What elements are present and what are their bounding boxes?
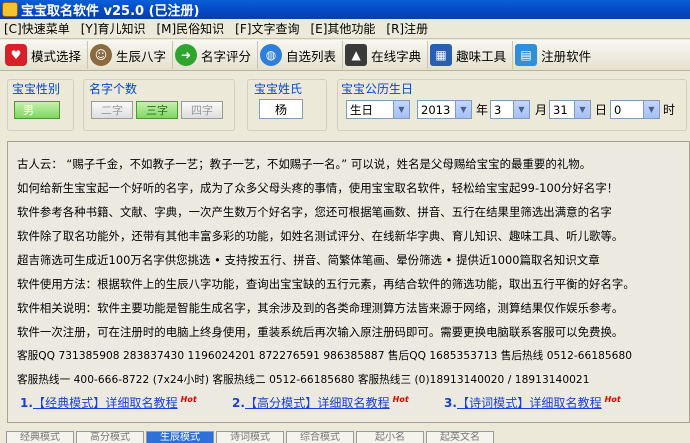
high-score-tutorial-link[interactable]: 2.【高分模式】详细取名教程 Hot bbox=[232, 394, 409, 411]
hour-unit: 时 bbox=[663, 103, 676, 117]
info-line: 软件相关说明：软件主要功能是智能生成名字，其余涉及到的各类命理测算方法皆来源于网… bbox=[17, 301, 624, 315]
gender-label: 宝宝性别 bbox=[11, 80, 62, 97]
info-line: 软件参考各种书籍、文献、字典，一次产生数万个好名字，您还可根据笔画数、拼音、五行… bbox=[17, 205, 612, 219]
classic-tutorial-link[interactable]: 1.【经典模式】详细取名教程 Hot bbox=[20, 394, 197, 411]
info-line: 古人云： “赐子千金，不如教子一艺；教子一艺，不如赐子一名。” 可以说，姓名是父… bbox=[17, 157, 592, 171]
poetry-tutorial-link[interactable]: 3.【诗词模式】详细取名教程 Hot bbox=[444, 394, 621, 411]
day-unit: 日 bbox=[595, 103, 608, 117]
people-icon: ☺ bbox=[90, 44, 113, 66]
month-select[interactable]: 3 ▼ bbox=[490, 100, 530, 119]
hot-badge: Hot bbox=[604, 395, 621, 405]
arrow-right-icon: ➜ bbox=[175, 44, 198, 66]
title-bar: 宝宝取名软件 v25.0 (已注册) bbox=[0, 0, 690, 19]
menu-text-query[interactable]: [F]文字查询 bbox=[231, 20, 306, 37]
heart-icon: ♥ bbox=[5, 44, 27, 66]
day-select[interactable]: 31 ▼ bbox=[549, 100, 591, 119]
fun-tools-label: 趣味工具 bbox=[456, 48, 507, 64]
toolbar: ♥ 模式选择 ☺ 生辰八字 ➜ 名字评分 ◍ 自选列表 ▲ 在线字典 ▦ 趣味工… bbox=[0, 40, 690, 71]
bottom-tabs: 经典模式 高分模式 生辰模式 诗词模式 综合模式 起小名 起英文名 bbox=[0, 431, 690, 443]
fun-tools-button[interactable]: ▦ 趣味工具 bbox=[428, 41, 514, 69]
surname-input[interactable]: 杨 bbox=[259, 99, 303, 119]
name-length-two[interactable]: 二字 bbox=[91, 101, 133, 119]
chevron-down-icon[interactable]: ▼ bbox=[513, 101, 529, 118]
custom-list-button[interactable]: ◍ 自选列表 bbox=[258, 41, 344, 69]
name-length-four[interactable]: 四字 bbox=[181, 101, 223, 119]
online-dict-label: 在线字典 bbox=[371, 48, 422, 64]
surname-label: 宝宝姓氏 bbox=[253, 80, 304, 97]
chevron-down-icon[interactable]: ▼ bbox=[393, 101, 409, 118]
bazi-label: 生辰八字 bbox=[116, 48, 167, 64]
year-select[interactable]: 2013 ▼ bbox=[417, 100, 472, 119]
year-value: 2013 bbox=[421, 102, 451, 117]
link-number: 3. bbox=[444, 396, 458, 410]
info-line-qq: 客服QQ 731385908 283837430 1196024201 8722… bbox=[17, 350, 633, 362]
menu-folk[interactable]: [M]民俗知识 bbox=[152, 20, 231, 37]
tab-high-score[interactable]: 高分模式 bbox=[76, 431, 144, 443]
menu-register[interactable]: [R]注册 bbox=[382, 20, 435, 37]
scholar-icon: ▲ bbox=[345, 44, 368, 66]
tab-classic[interactable]: 经典模式 bbox=[6, 431, 74, 443]
menu-quick[interactable]: [C]快速菜单 bbox=[0, 20, 77, 37]
info-line: 如何给新生宝宝起一个好听的名字，成为了众多父母头疼的事情，使用宝宝取名软件，轻松… bbox=[17, 181, 619, 195]
birthday-label: 宝宝公历生日 bbox=[340, 80, 415, 97]
name-score-label: 名字评分 bbox=[201, 48, 252, 64]
tab-poetry[interactable]: 诗词模式 bbox=[216, 431, 284, 443]
link-text[interactable]: 【高分模式】详细取名教程 bbox=[245, 396, 390, 410]
register-button[interactable]: ▤ 注册软件 bbox=[513, 41, 597, 69]
name-length-label: 名字个数 bbox=[88, 80, 139, 97]
tab-english-name[interactable]: 起英文名 bbox=[426, 431, 494, 443]
calendar-type-select[interactable]: 生日 ▼ bbox=[346, 100, 410, 119]
gender-value: 男 bbox=[23, 104, 34, 117]
register-label: 注册软件 bbox=[541, 48, 592, 64]
info-line: 软件使用方法：根据软件上的生辰八字功能，查询出宝宝缺的五行元素，再结合软件的筛选… bbox=[17, 277, 635, 291]
hour-value: 0 bbox=[614, 102, 622, 117]
document-icon: ▤ bbox=[515, 44, 538, 66]
menu-bar: [C]快速菜单 [Y]育儿知识 [M]民俗知识 [F]文字查询 [E]其他功能 … bbox=[0, 19, 690, 39]
link-text[interactable]: 【经典模式】详细取名教程 bbox=[33, 396, 178, 410]
mode-select-label: 模式选择 bbox=[31, 48, 82, 64]
custom-list-label: 自选列表 bbox=[286, 48, 337, 64]
hot-badge: Hot bbox=[392, 395, 409, 405]
calendar-type-value: 生日 bbox=[350, 102, 373, 117]
window-title: 宝宝取名软件 v25.0 (已注册) bbox=[21, 4, 200, 19]
gender-toggle[interactable]: 男 bbox=[14, 101, 60, 119]
info-line: 软件一次注册，可在注册时的电脑上终身使用，重装系统后再次输入原注册码即可。需要更… bbox=[17, 325, 624, 339]
info-line: 软件除了取名功能外，还带有其他丰富多彩的功能，如姓名测试评分、在线新华字典、育儿… bbox=[17, 229, 624, 243]
chevron-down-icon[interactable]: ▼ bbox=[574, 101, 590, 118]
online-dict-button[interactable]: ▲ 在线字典 bbox=[343, 41, 429, 69]
hour-select[interactable]: 0 ▼ bbox=[610, 100, 660, 119]
year-unit: 年 bbox=[476, 103, 489, 117]
chevron-down-icon[interactable]: ▼ bbox=[455, 101, 471, 118]
menu-other[interactable]: [E]其他功能 bbox=[306, 20, 382, 37]
chevron-down-icon[interactable]: ▼ bbox=[643, 101, 659, 118]
bazi-button[interactable]: ☺ 生辰八字 bbox=[88, 41, 174, 69]
month-value: 3 bbox=[494, 102, 502, 117]
app-icon bbox=[2, 2, 18, 17]
link-number: 1. bbox=[20, 396, 34, 410]
month-unit: 月 bbox=[535, 103, 548, 117]
globe-icon: ◍ bbox=[260, 44, 283, 66]
mode-select-button[interactable]: ♥ 模式选择 bbox=[3, 41, 89, 69]
tab-bazi[interactable]: 生辰模式 bbox=[146, 431, 214, 443]
info-line-hotline: 客服热线一 400-666-8722 (7x24小时) 客服热线二 0512-6… bbox=[17, 374, 590, 386]
info-line: 超吉筛选可生成近100万名字供您挑选 • 支持按五行、拼音、简繁体笔画、晕份筛选… bbox=[17, 253, 600, 267]
day-value: 31 bbox=[553, 102, 568, 117]
tab-nickname[interactable]: 起小名 bbox=[356, 431, 424, 443]
name-length-three[interactable]: 三字 bbox=[136, 101, 178, 119]
menu-parenting[interactable]: [Y]育儿知识 bbox=[77, 20, 153, 37]
tab-combined[interactable]: 综合模式 bbox=[286, 431, 354, 443]
hot-badge: Hot bbox=[180, 395, 197, 405]
info-panel: 古人云： “赐子千金，不如教子一艺；教子一艺，不如赐子一名。” 可以说，姓名是父… bbox=[7, 141, 690, 423]
grid-icon: ▦ bbox=[430, 44, 453, 66]
link-text[interactable]: 【诗词模式】详细取名教程 bbox=[457, 396, 602, 410]
name-score-button[interactable]: ➜ 名字评分 bbox=[173, 41, 259, 69]
link-number: 2. bbox=[232, 396, 246, 410]
